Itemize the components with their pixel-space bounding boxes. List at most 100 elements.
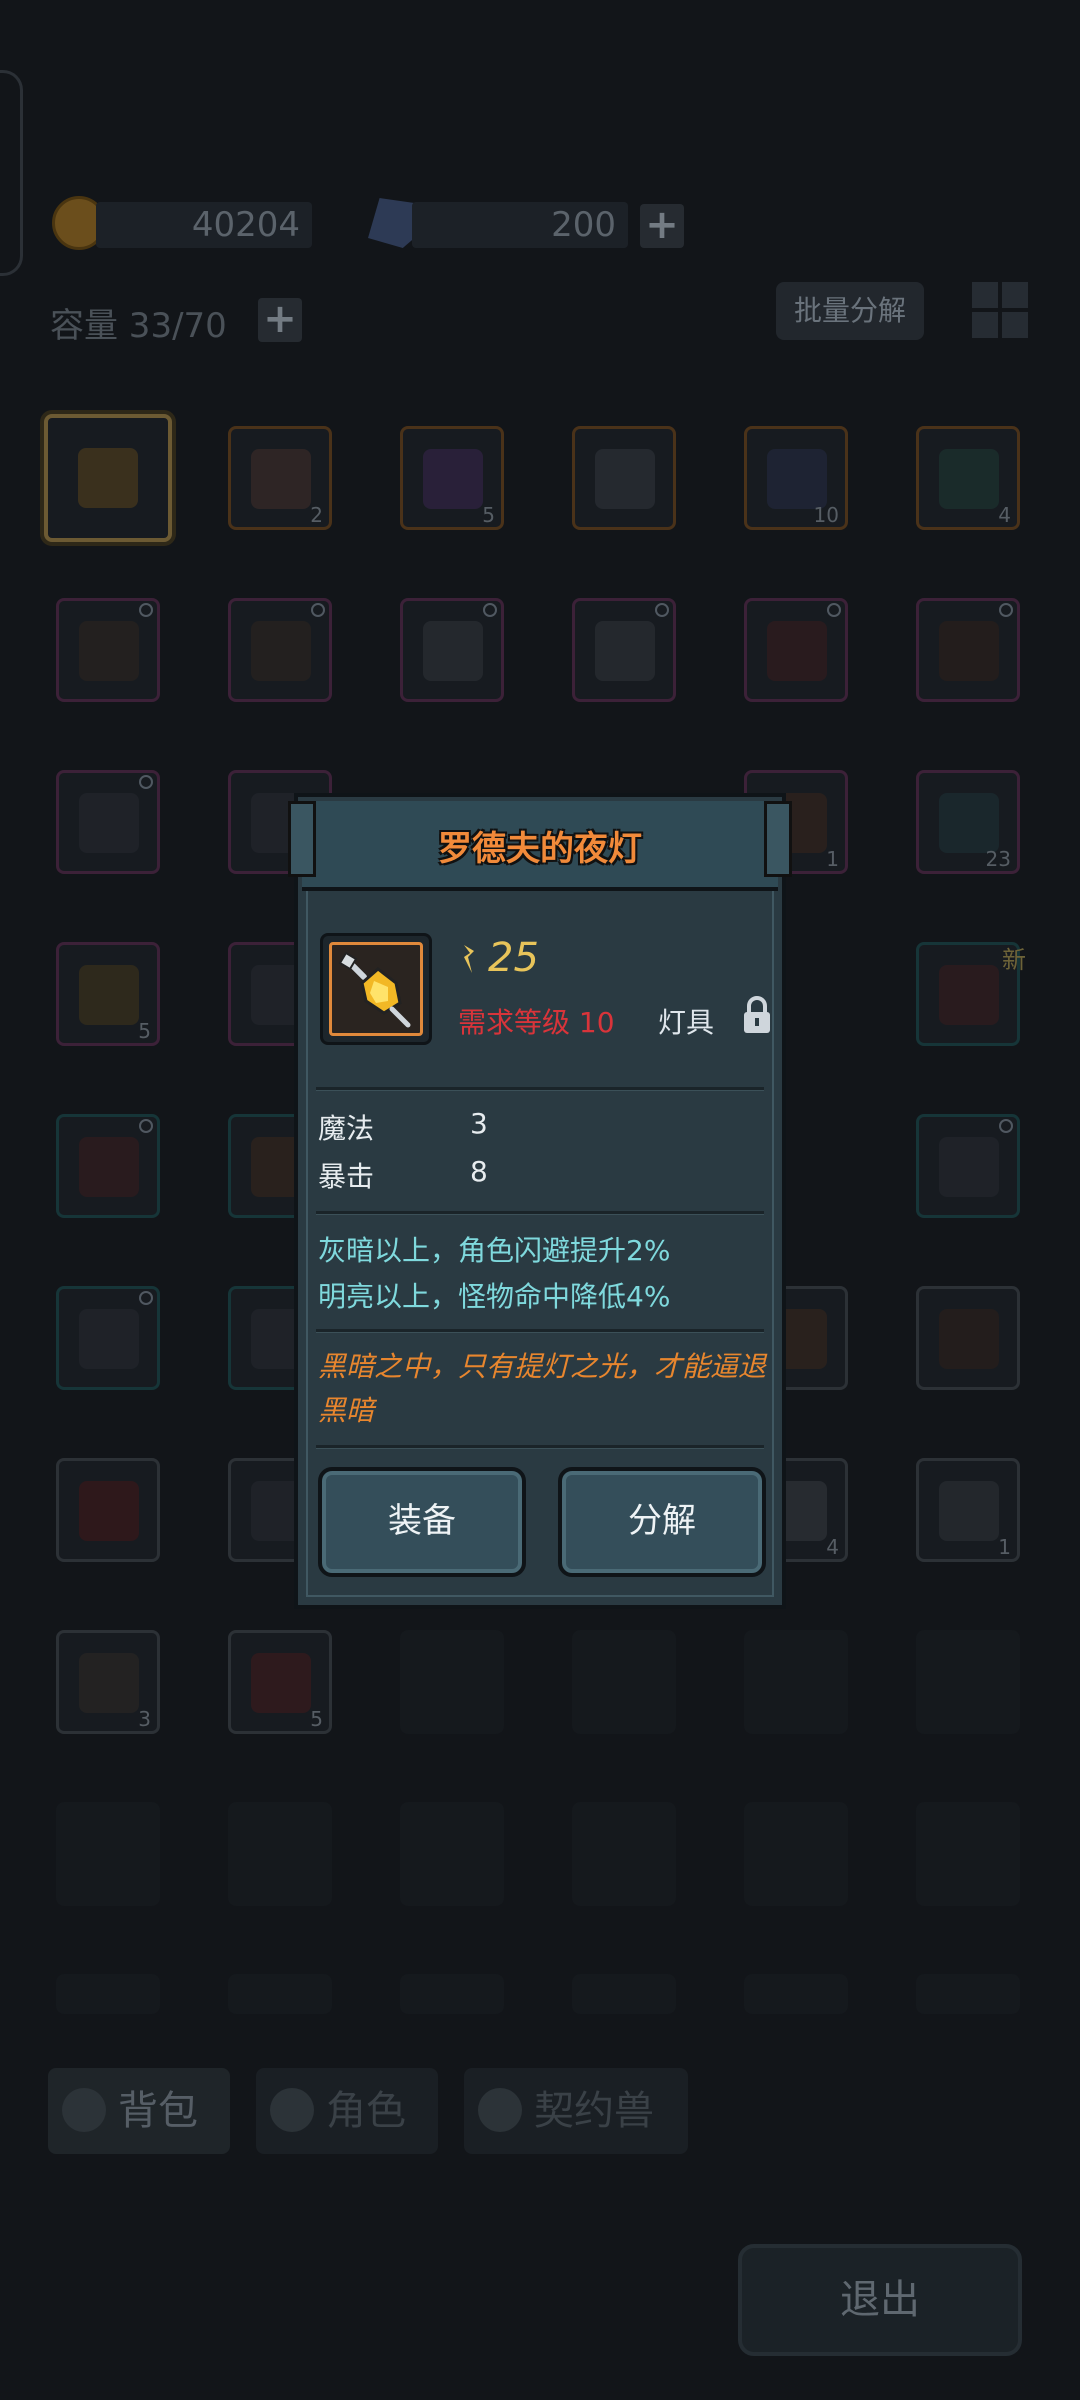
item-count: 5 bbox=[310, 1707, 323, 1731]
empty-slot[interactable] bbox=[916, 1630, 1020, 1734]
right-ornament bbox=[764, 801, 792, 877]
capacity-label: 容量 33/70 bbox=[50, 306, 227, 346]
inventory-slot[interactable] bbox=[400, 598, 504, 702]
exit-button[interactable]: 退出 bbox=[738, 2244, 1022, 2356]
inventory-slot[interactable]: 10 bbox=[744, 426, 848, 530]
empty-slot[interactable] bbox=[916, 1802, 1020, 1906]
back-hex-button[interactable] bbox=[0, 70, 23, 276]
empty-slot[interactable] bbox=[572, 1630, 676, 1734]
character-icon bbox=[270, 2088, 314, 2132]
empty-slot[interactable] bbox=[572, 1802, 676, 1906]
tab-character-label: 角色 bbox=[326, 2088, 406, 2134]
inventory-slot[interactable]: 23 bbox=[916, 770, 1020, 874]
paw-icon bbox=[478, 2088, 522, 2132]
empty-slot[interactable] bbox=[400, 1630, 504, 1734]
inventory-slot[interactable] bbox=[916, 1286, 1020, 1390]
item-detail-popup: 罗德夫的夜灯 25 需求等级 10 灯具 魔法 3 暴击 8 灰暗以上，角色闪避… bbox=[288, 793, 792, 1609]
tab-pet[interactable]: 契约兽 bbox=[464, 2068, 688, 2154]
empty-slot[interactable] bbox=[228, 1802, 332, 1906]
divider bbox=[316, 1087, 764, 1091]
inventory-slot[interactable] bbox=[56, 1458, 160, 1562]
divider bbox=[316, 1211, 764, 1215]
batch-decompose-button[interactable]: 批量分解 bbox=[776, 282, 924, 340]
tab-backpack-label: 背包 bbox=[118, 2088, 198, 2134]
item-rarity-border bbox=[329, 942, 423, 1036]
lamp-icon bbox=[338, 951, 411, 1028]
inventory-slot[interactable]: 5 bbox=[228, 1630, 332, 1734]
status-dot bbox=[139, 1119, 153, 1133]
inventory-slot[interactable] bbox=[44, 414, 172, 542]
inventory-slot[interactable] bbox=[56, 1286, 160, 1390]
inventory-slot[interactable]: 4 bbox=[916, 426, 1020, 530]
empty-slot[interactable] bbox=[572, 1974, 676, 2014]
inventory-slot[interactable] bbox=[56, 770, 160, 874]
divider bbox=[316, 1329, 764, 1333]
empty-slot[interactable] bbox=[400, 1802, 504, 1906]
item-count: 3 bbox=[138, 1707, 151, 1731]
empty-slot[interactable] bbox=[228, 1974, 332, 2014]
empty-slot[interactable] bbox=[916, 1974, 1020, 2014]
item-type: 灯具 bbox=[658, 1006, 715, 1039]
empty-slot[interactable] bbox=[744, 1974, 848, 2014]
effect-line: 灰暗以上，角色闪避提升2% bbox=[318, 1234, 671, 1267]
inventory-slot[interactable]: 1 bbox=[916, 1458, 1020, 1562]
inventory-slot[interactable] bbox=[572, 598, 676, 702]
status-dot bbox=[827, 603, 841, 617]
empty-slot[interactable] bbox=[56, 1802, 160, 1906]
empty-slot[interactable] bbox=[744, 1802, 848, 1906]
inventory-slot[interactable] bbox=[228, 598, 332, 702]
item-count: 2 bbox=[310, 503, 323, 527]
item-count: 5 bbox=[138, 1019, 151, 1043]
status-dot bbox=[139, 775, 153, 789]
expand-capacity-button[interactable]: + bbox=[258, 298, 302, 342]
status-dot bbox=[139, 603, 153, 617]
inventory-slot[interactable] bbox=[572, 426, 676, 530]
backpack-icon bbox=[62, 2088, 106, 2132]
empty-slot[interactable] bbox=[56, 1974, 160, 2014]
item-count: 4 bbox=[998, 503, 1011, 527]
new-badge: 新 bbox=[1002, 946, 1026, 974]
inventory-slot[interactable]: 2 bbox=[228, 426, 332, 530]
stat-value: 3 bbox=[470, 1107, 488, 1140]
inventory-slot[interactable] bbox=[916, 598, 1020, 702]
status-dot bbox=[999, 1119, 1013, 1133]
stat-name: 魔法 bbox=[318, 1112, 375, 1145]
lock-icon[interactable] bbox=[741, 995, 773, 1035]
tab-pet-label: 契约兽 bbox=[534, 2088, 654, 2134]
item-count: 10 bbox=[813, 503, 839, 527]
item-power: 25 bbox=[488, 935, 539, 981]
tab-character[interactable]: 角色 bbox=[256, 2068, 438, 2154]
inventory-slot[interactable] bbox=[744, 598, 848, 702]
empty-slot[interactable] bbox=[400, 1974, 504, 2014]
add-crystal-button[interactable]: + bbox=[640, 204, 684, 248]
status-dot bbox=[311, 603, 325, 617]
item-icon-frame bbox=[320, 933, 432, 1045]
equip-button[interactable]: 装备 bbox=[318, 1467, 526, 1577]
inventory-slot[interactable] bbox=[916, 1114, 1020, 1218]
status-dot bbox=[139, 1291, 153, 1305]
grid-view-icon[interactable] bbox=[972, 282, 1028, 338]
gold-amount: 40204 bbox=[96, 202, 312, 248]
required-level: 需求等级 10 bbox=[458, 1006, 615, 1039]
item-count: 23 bbox=[985, 847, 1011, 871]
inventory-slot[interactable]: 5 bbox=[56, 942, 160, 1046]
inventory-slot[interactable]: 5 bbox=[400, 426, 504, 530]
inventory-slot[interactable] bbox=[56, 1114, 160, 1218]
tab-backpack[interactable]: 背包 bbox=[48, 2068, 230, 2154]
effect-line: 明亮以上，怪物命中降低4% bbox=[318, 1280, 671, 1313]
decompose-button[interactable]: 分解 bbox=[558, 1467, 766, 1577]
left-ornament bbox=[288, 801, 316, 877]
status-dot bbox=[655, 603, 669, 617]
inventory-slot[interactable] bbox=[56, 598, 160, 702]
inventory-slot[interactable]: 3 bbox=[56, 1630, 160, 1734]
divider bbox=[316, 1445, 764, 1449]
item-count: 5 bbox=[482, 503, 495, 527]
item-count: 1 bbox=[826, 847, 839, 871]
status-dot bbox=[999, 603, 1013, 617]
item-count: 1 bbox=[998, 1535, 1011, 1559]
item-count: 4 bbox=[826, 1535, 839, 1559]
status-dot bbox=[483, 603, 497, 617]
stat-name: 暴击 bbox=[318, 1160, 375, 1193]
item-title: 罗德夫的夜灯 bbox=[438, 829, 642, 869]
empty-slot[interactable] bbox=[744, 1630, 848, 1734]
